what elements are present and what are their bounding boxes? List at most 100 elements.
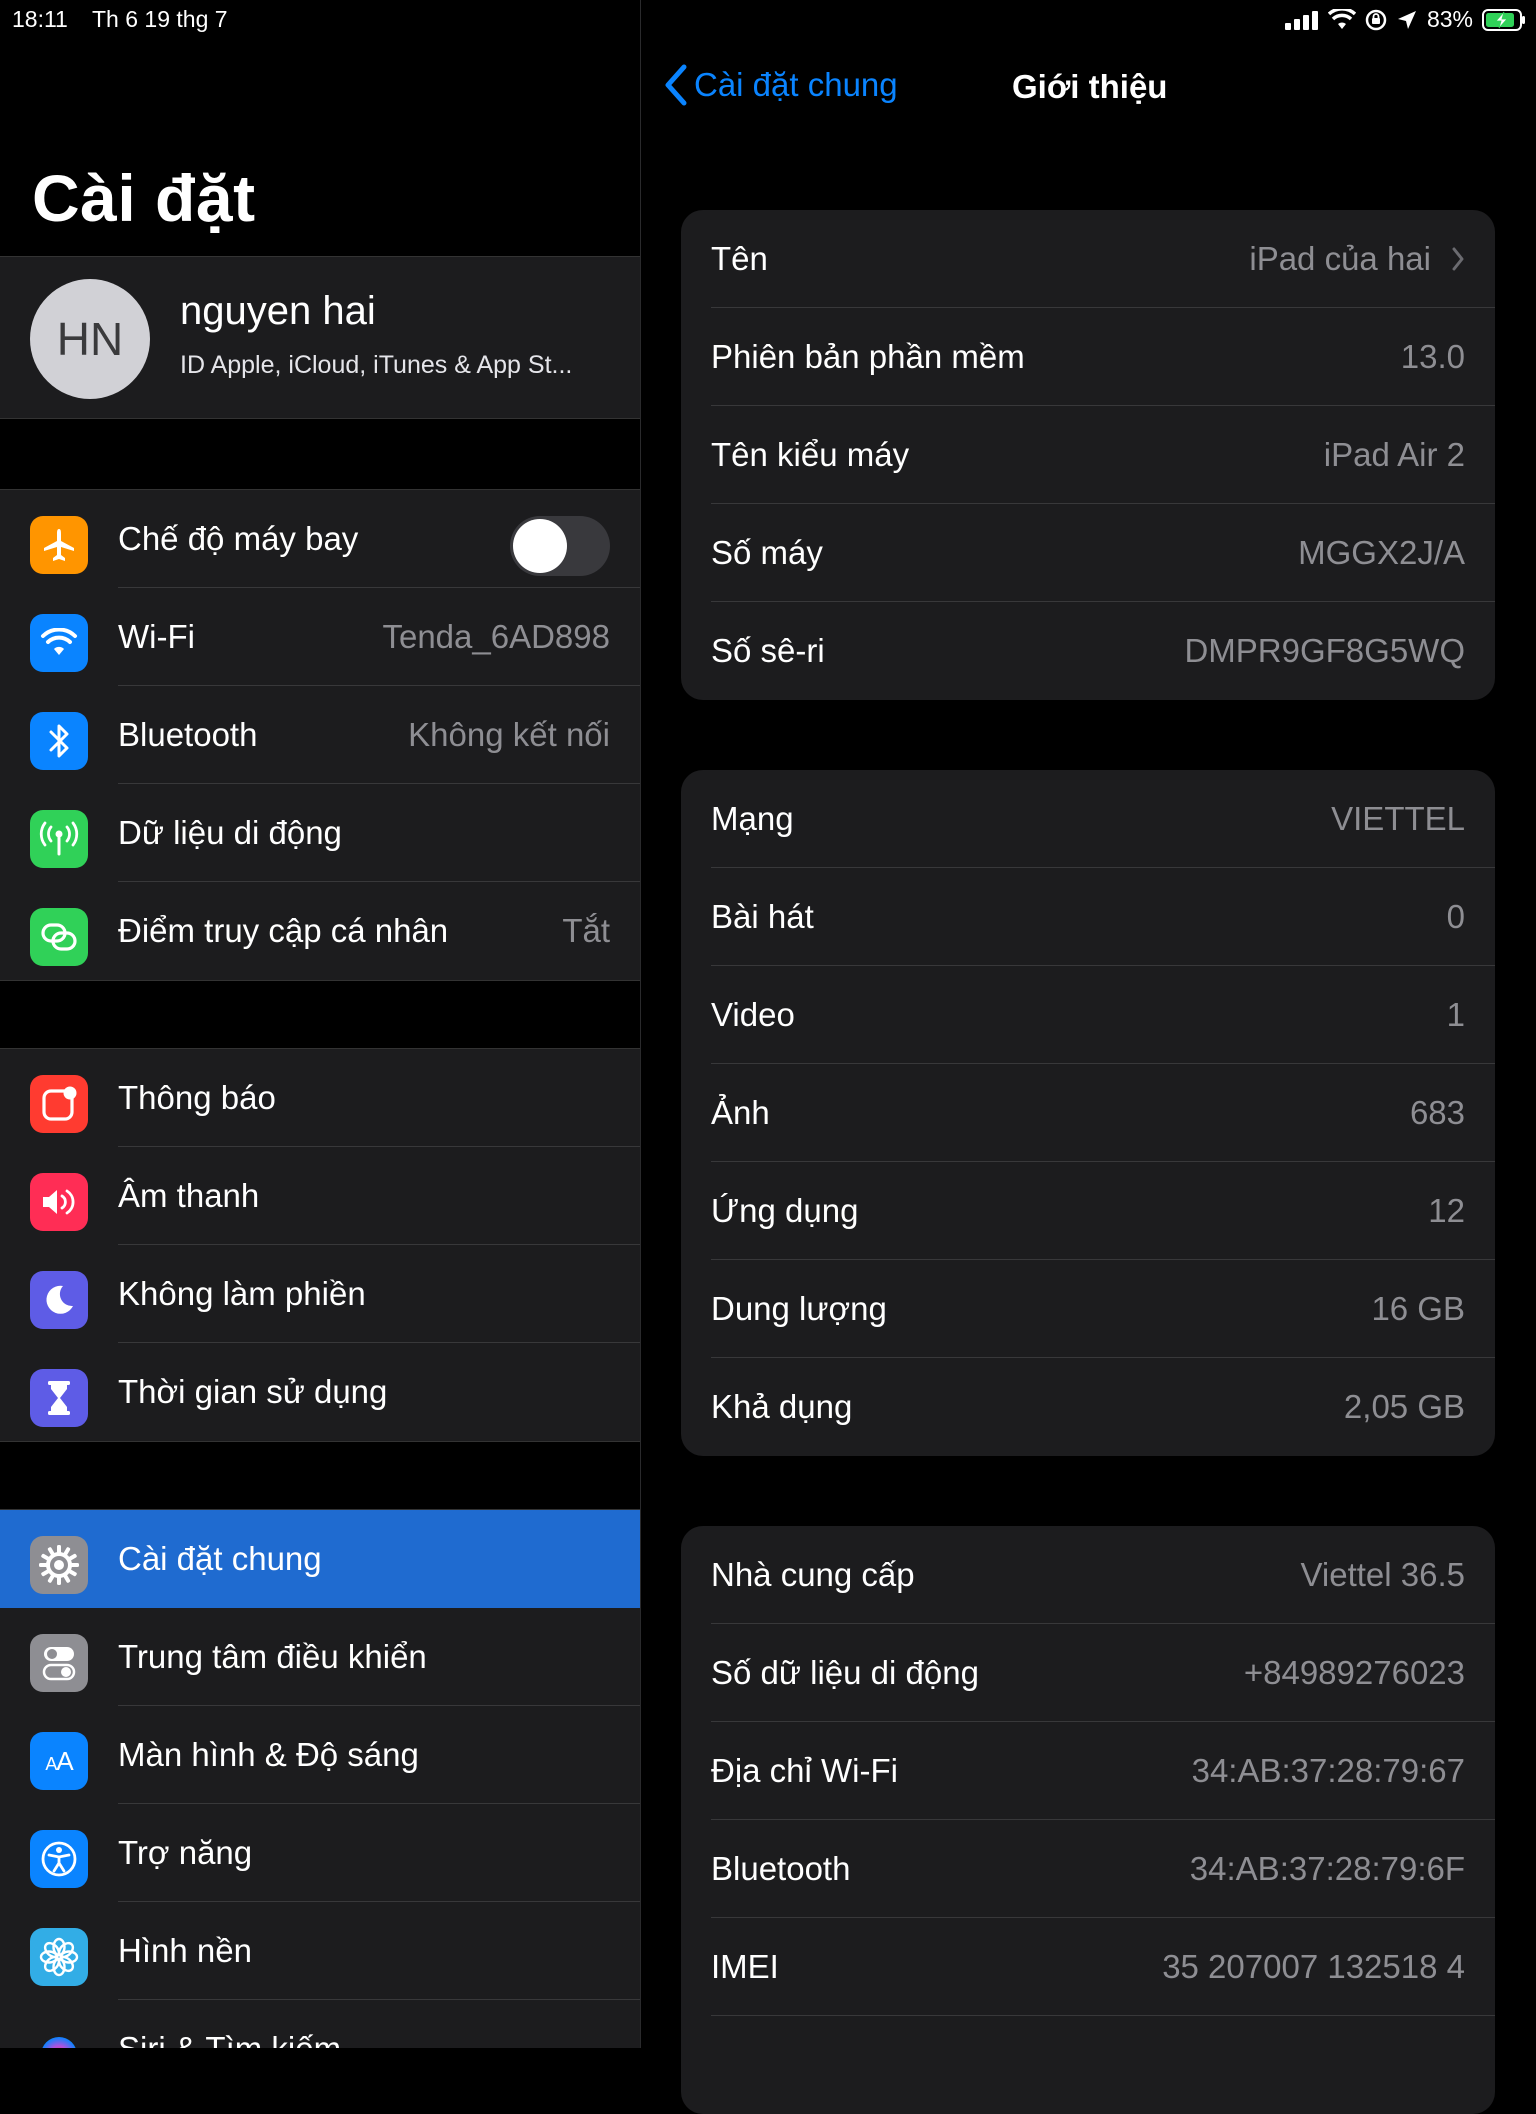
about-row-label: Video bbox=[711, 996, 795, 1033]
sidebar-item-label: Bluetooth bbox=[118, 716, 258, 753]
about-row: Phiên bản phần mềm 13.0 bbox=[681, 308, 1495, 406]
location-arrow-icon bbox=[1397, 10, 1416, 29]
sidebar-item-label: Trợ năng bbox=[118, 1834, 253, 1871]
about-row-label: Khả dụng bbox=[711, 1388, 853, 1425]
about-row: Bluetooth 34:AB:37:28:79:6F bbox=[681, 1820, 1495, 1918]
sidebar-item-label: Siri & Tìm kiếm bbox=[118, 2030, 341, 2048]
sidebar-item-notifications[interactable]: Thông báo bbox=[0, 1049, 640, 1147]
status-time: 18:11 bbox=[12, 6, 68, 32]
chevron-left-icon bbox=[665, 64, 687, 106]
about-row-value: 683 bbox=[1409, 1094, 1465, 1131]
about-row: Bài hát 0 bbox=[681, 868, 1495, 966]
about-row-label: Tên bbox=[711, 240, 768, 277]
switches-icon bbox=[30, 1634, 88, 1692]
about-row-value: MGGX2J/A bbox=[1298, 534, 1465, 571]
status-date: Th 6 19 thg 7 bbox=[92, 6, 228, 32]
notifications-icon bbox=[30, 1075, 88, 1133]
sidebar-item-label: Hình nền bbox=[118, 1932, 252, 1969]
about-row-label: Ứng dụng bbox=[711, 1192, 859, 1229]
siri-icon bbox=[30, 2026, 88, 2048]
hotspot-link-icon bbox=[30, 908, 88, 966]
orientation-lock-icon bbox=[1365, 9, 1387, 30]
sidebar-item-text-size[interactable]: AA Màn hình & Độ sáng bbox=[0, 1706, 640, 1804]
about-row-label: Nhà cung cấp bbox=[711, 1556, 915, 1593]
about-row-label: Ảnh bbox=[711, 1094, 770, 1131]
about-row-value: +84989276023 bbox=[1243, 1654, 1465, 1691]
about-row-label: Số sê-ri bbox=[711, 632, 825, 669]
about-row-value: DMPR9GF8G5WQ bbox=[1184, 632, 1465, 669]
about-row-value: 1 bbox=[1446, 996, 1465, 1033]
about-row-value: 34:AB:37:28:79:6F bbox=[1189, 1850, 1465, 1887]
sidebar-item-label: Trung tâm điều khiển bbox=[118, 1638, 427, 1675]
about-row-value: 12 bbox=[1428, 1192, 1465, 1229]
sidebar-item-label: Màn hình & Độ sáng bbox=[118, 1736, 419, 1773]
settings-sidebar: Cài đặt HN nguyen hai ID Apple, iCloud, … bbox=[0, 0, 640, 2048]
sidebar-item-airplane[interactable]: Chế độ máy bay bbox=[0, 490, 640, 588]
about-row-label: Số máy bbox=[711, 534, 823, 571]
about-row-value: 0 bbox=[1446, 898, 1465, 935]
sidebar-item-switches[interactable]: Trung tâm điều khiển bbox=[0, 1608, 640, 1706]
about-row-value: Viettel 36.5 bbox=[1300, 1556, 1465, 1593]
sidebar-item-siri[interactable]: Siri & Tìm kiếm bbox=[0, 2000, 640, 2048]
sidebar-item-bluetooth[interactable]: Bluetooth Không kết nối bbox=[0, 686, 640, 784]
sidebar-item-hotspot-link[interactable]: Điểm truy cập cá nhân Tắt bbox=[0, 882, 640, 980]
about-row-label: Tên kiểu máy bbox=[711, 436, 910, 473]
about-row: IMEI 35 207007 132518 4 bbox=[681, 1918, 1495, 2016]
sidebar-item-label: Âm thanh bbox=[118, 1177, 260, 1214]
settings-group-connectivity: Chế độ máy bay Wi-Fi Tenda_6AD898 Bluetooth… bbox=[0, 489, 640, 981]
sidebar-item-value: Tenda_6AD898 bbox=[382, 618, 610, 655]
cellular-signal-icon bbox=[1284, 10, 1318, 30]
sidebar-item-gear[interactable]: Cài đặt chung bbox=[0, 1510, 640, 1608]
sidebar-item-label: Thông báo bbox=[118, 1079, 276, 1116]
sidebar-item-hourglass[interactable]: Thời gian sử dụng bbox=[0, 1343, 640, 1441]
speaker-icon bbox=[30, 1173, 88, 1231]
about-row-value: iPad của hai bbox=[1249, 240, 1431, 277]
about-card-media: Mạng VIETTEL Bài hát 0 Video 1 Ảnh 683 Ứng dụng 1… bbox=[681, 770, 1495, 1456]
sidebar-item-speaker[interactable]: Âm thanh bbox=[0, 1147, 640, 1245]
cellular-antenna-icon bbox=[30, 810, 88, 868]
sidebar-item-label: Wi-Fi bbox=[118, 618, 195, 655]
sidebar-item-label: Cài đặt chung bbox=[118, 1540, 322, 1577]
sidebar-item-label: Dữ liệu di động bbox=[118, 814, 342, 851]
about-row-label: Mạng bbox=[711, 800, 794, 837]
about-row: Số sê-ri DMPR9GF8G5WQ bbox=[681, 602, 1495, 700]
sidebar-item-wifi[interactable]: Wi-Fi Tenda_6AD898 bbox=[0, 588, 640, 686]
pane-divider bbox=[640, 0, 641, 2048]
about-row-value: 35 207007 132518 4 bbox=[1162, 1948, 1465, 1985]
avatar: HN bbox=[30, 279, 150, 399]
back-button-label: Cài đặt chung bbox=[694, 66, 898, 103]
page-title: Giới thiệu bbox=[1012, 68, 1168, 105]
airplane-mode-toggle[interactable] bbox=[510, 516, 610, 576]
apple-id-profile[interactable]: HN nguyen hai ID Apple, iCloud, iTunes &… bbox=[0, 256, 640, 419]
about-row-label: Bài hát bbox=[711, 898, 814, 935]
sidebar-item-flower[interactable]: Hình nền bbox=[0, 1902, 640, 2000]
about-row[interactable]: Tên iPad của hai bbox=[681, 210, 1495, 308]
flower-icon bbox=[30, 1928, 88, 1986]
about-row-value: VIETTEL bbox=[1331, 800, 1465, 837]
about-row-label: IMEI bbox=[711, 1948, 779, 1985]
about-row: Dung lượng 16 GB bbox=[681, 1260, 1495, 1358]
sidebar-item-cellular-antenna[interactable]: Dữ liệu di động bbox=[0, 784, 640, 882]
about-row-label: Số dữ liệu di động bbox=[711, 1654, 979, 1691]
about-row: Khả dụng 2,05 GB bbox=[681, 1358, 1495, 1456]
about-row: Ứng dụng 12 bbox=[681, 1162, 1495, 1260]
about-row-value: iPad Air 2 bbox=[1323, 436, 1465, 473]
about-row-label: Phiên bản phần mềm bbox=[711, 338, 1025, 375]
about-row: Số máy MGGX2J/A bbox=[681, 504, 1495, 602]
sidebar-item-label: Chế độ máy bay bbox=[118, 520, 359, 557]
about-row: Nhà cung cấp Viettel 36.5 bbox=[681, 1526, 1495, 1624]
sidebar-item-value: Không kết nối bbox=[408, 716, 610, 753]
toggle-knob bbox=[513, 519, 567, 573]
about-row: Địa chỉ Wi-Fi 34:AB:37:28:79:67 bbox=[681, 1722, 1495, 1820]
hourglass-icon bbox=[30, 1369, 88, 1427]
about-row: Ảnh 683 bbox=[681, 1064, 1495, 1162]
sidebar-item-accessibility[interactable]: Trợ năng bbox=[0, 1804, 640, 1902]
status-icons: 83% bbox=[1284, 6, 1526, 33]
sidebar-item-moon[interactable]: Không làm phiền bbox=[0, 1245, 640, 1343]
battery-charging-icon bbox=[1482, 8, 1525, 31]
back-button[interactable]: Cài đặt chung bbox=[664, 64, 898, 106]
profile-name: nguyen hai bbox=[180, 289, 376, 333]
status-bar: 18:11 Th 6 19 thg 7 83% bbox=[0, 0, 1536, 40]
about-row-label: Dung lượng bbox=[711, 1290, 887, 1327]
about-row: Tên kiểu máy iPad Air 2 bbox=[681, 406, 1495, 504]
